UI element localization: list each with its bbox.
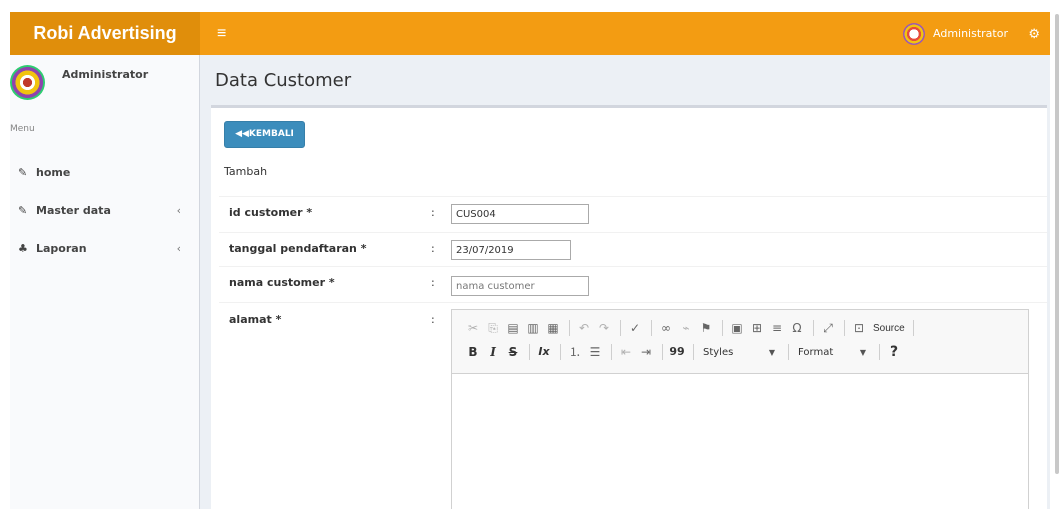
sidebar-item-label: home (36, 166, 71, 179)
bold-button[interactable]: B (464, 343, 482, 361)
toolbar-separator (912, 320, 914, 336)
header-user-name: Administrator (933, 27, 1008, 40)
toolbar-row-1: ✂ ⎘ ▤ ▥ ▦ ↶ ↷ ✓ ∞ ⌁ ⚑ ▣ ⊞ ≡ Ω ⤢ ⊡ Source (464, 316, 1028, 340)
toolbar-separator (879, 344, 880, 360)
edit-icon: ✎ (18, 166, 28, 179)
blockquote-button[interactable]: 99 (668, 343, 686, 361)
id-customer-input[interactable] (451, 204, 589, 224)
sidebar-menu-header: Menu (10, 124, 35, 134)
sidebar-item-label: Master data (36, 204, 111, 217)
redo-icon[interactable]: ↷ (595, 319, 613, 337)
table-icon[interactable]: ⊞ (748, 319, 766, 337)
sidebar-item-master-data[interactable]: ✎ Master data ‹ (10, 192, 199, 230)
horizontal-line-icon[interactable]: ≡ (768, 319, 786, 337)
sidebar: Administrator Menu ✎ home ✎ Master data ‹ … (10, 55, 200, 509)
id-customer-label: id customer * (229, 206, 313, 219)
back-button-label: KEMBALI (248, 129, 294, 139)
user-panel: Administrator (10, 55, 199, 110)
format-combo-label: Format (798, 346, 834, 358)
sidebar-item-laporan[interactable]: ♣ Laporan ‹ (10, 230, 199, 268)
main-header: Robi Advertising ≡ Administrator ⚙ (10, 12, 1050, 55)
paste-text-icon[interactable]: ▥ (524, 319, 542, 337)
styles-combo[interactable]: Styles ▼ (699, 343, 779, 361)
anchor-flag-icon[interactable]: ⚑ (697, 319, 715, 337)
header-avatar (903, 22, 925, 45)
sidebar-item-label: Laporan (36, 242, 87, 255)
outdent-icon[interactable]: ⇤ (617, 343, 635, 361)
source-icon[interactable]: ⊡ (850, 319, 868, 337)
colon: : (431, 242, 435, 255)
page-title: Data Customer (215, 70, 352, 91)
source-button[interactable]: Source (870, 323, 908, 334)
format-combo[interactable]: Format ▼ (794, 343, 870, 361)
header-user-menu[interactable]: Administrator (903, 12, 1008, 55)
toolbar-separator (620, 320, 621, 336)
indent-icon[interactable]: ⇥ (637, 343, 655, 361)
toolbar-row-2: B I S Ix ⒈ ☰ ⇤ ⇥ 99 Styles ▼ Format ▼ ? (464, 340, 1028, 364)
link-icon[interactable]: ∞ (657, 319, 675, 337)
brand-logo[interactable]: Robi Advertising (10, 12, 200, 55)
chevron-left-icon: ‹ (176, 204, 181, 217)
bulleted-list-icon[interactable]: ☰ (586, 343, 604, 361)
alamat-editor-area[interactable] (452, 374, 1028, 509)
form-box: ◀◀KEMBALI Tambah id customer * : tanggal… (211, 105, 1047, 509)
colon: : (431, 206, 435, 219)
page-scrollbar[interactable] (1053, 12, 1061, 509)
backward-icon: ◀◀ (235, 129, 249, 139)
alamat-label: alamat * (229, 313, 282, 326)
gears-icon[interactable]: ⚙ (1028, 12, 1040, 55)
cut-icon[interactable]: ✂ (464, 319, 482, 337)
scrollbar-thumb[interactable] (1055, 14, 1059, 474)
caret-down-icon: ▼ (859, 347, 866, 357)
avatar (10, 65, 45, 100)
nama-customer-label: nama customer * (229, 276, 335, 289)
help-button[interactable]: ? (885, 343, 903, 361)
editor-toolbar: ✂ ⎘ ▤ ▥ ▦ ↶ ↷ ✓ ∞ ⌁ ⚑ ▣ ⊞ ≡ Ω ⤢ ⊡ Source… (452, 310, 1028, 374)
sidebar-item-home[interactable]: ✎ home (10, 154, 199, 192)
form-subtitle: Tambah (224, 165, 268, 178)
toolbar-separator (569, 320, 570, 336)
toolbar-separator (693, 344, 694, 360)
special-char-icon[interactable]: Ω (788, 319, 806, 337)
paste-word-icon[interactable]: ▦ (544, 319, 562, 337)
italic-button[interactable]: I (484, 343, 502, 361)
tanggal-pendaftaran-input[interactable] (451, 240, 571, 260)
colon: : (431, 313, 435, 326)
caret-down-icon: ▼ (768, 347, 775, 357)
form-row-nama-customer: nama customer * : (219, 266, 1047, 302)
bars-icon[interactable]: ≡ (217, 12, 226, 55)
toolbar-separator (560, 344, 561, 360)
toolbar-separator (813, 320, 814, 336)
sitemap-icon: ♣ (18, 242, 28, 255)
edit-icon: ✎ (18, 204, 28, 217)
chevron-left-icon: ‹ (176, 242, 181, 255)
strikethrough-button[interactable]: S (504, 343, 522, 361)
toolbar-separator (651, 320, 652, 336)
image-icon[interactable]: ▣ (728, 319, 746, 337)
undo-icon[interactable]: ↶ (575, 319, 593, 337)
remove-format-button[interactable]: Ix (535, 343, 553, 361)
form-row-id-customer: id customer * : (219, 196, 1047, 232)
colon: : (431, 276, 435, 289)
toolbar-separator (788, 344, 789, 360)
nama-customer-input[interactable] (451, 276, 589, 296)
unlink-icon[interactable]: ⌁ (677, 319, 695, 337)
sidebar-user-name: Administrator (62, 68, 149, 81)
paste-icon[interactable]: ▤ (504, 319, 522, 337)
numbered-list-icon[interactable]: ⒈ (566, 343, 584, 361)
toolbar-separator (529, 344, 530, 360)
toolbar-separator (722, 320, 723, 336)
toolbar-separator (662, 344, 663, 360)
back-button[interactable]: ◀◀KEMBALI (224, 121, 305, 148)
maximize-icon[interactable]: ⤢ (819, 319, 837, 337)
styles-combo-label: Styles (703, 346, 734, 358)
rich-text-editor: ✂ ⎘ ▤ ▥ ▦ ↶ ↷ ✓ ∞ ⌁ ⚑ ▣ ⊞ ≡ Ω ⤢ ⊡ Source… (451, 309, 1029, 509)
app-frame: Robi Advertising ≡ Administrator ⚙ Admin… (10, 12, 1050, 509)
form-row-tanggal-pendaftaran: tanggal pendaftaran * : (219, 232, 1047, 266)
toolbar-separator (611, 344, 612, 360)
tanggal-pendaftaran-label: tanggal pendaftaran * (229, 242, 367, 255)
toolbar-separator (844, 320, 845, 336)
spellcheck-icon[interactable]: ✓ (626, 319, 644, 337)
copy-icon[interactable]: ⎘ (484, 319, 502, 337)
